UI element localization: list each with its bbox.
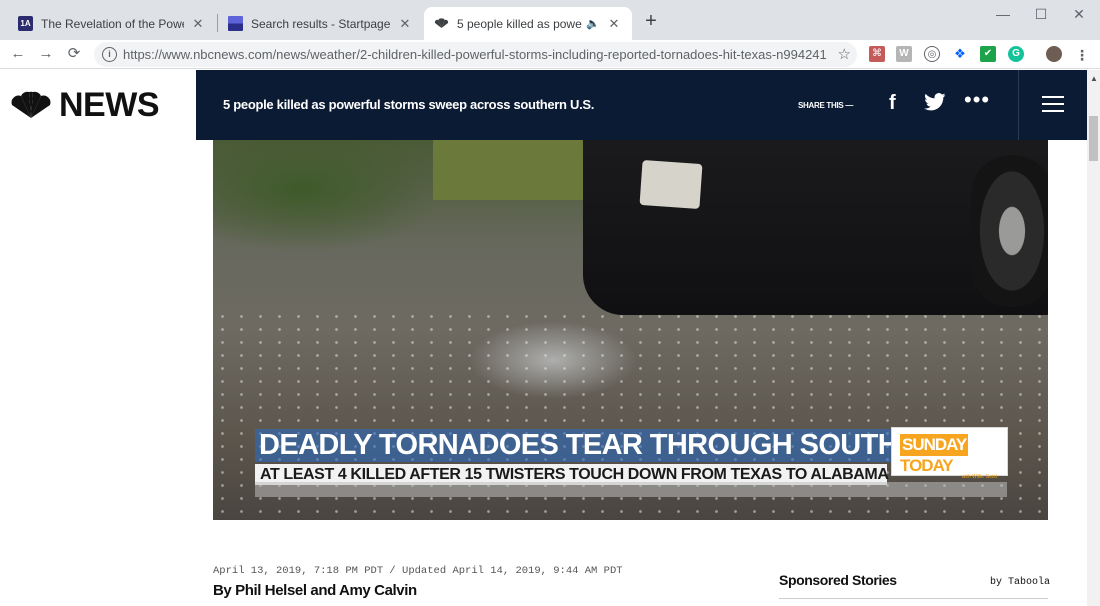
nbc-peacock-icon [434,16,449,31]
url-host: https://www.nbcnews.com [123,47,273,62]
privacy-extension-icon[interactable]: ◎ [924,46,940,62]
taboola-attribution[interactable]: by Taboola [990,577,1050,588]
pdf-extension-icon[interactable]: ⌘ [869,46,885,62]
tab-nbcnews[interactable]: 5 people killed as powerful s 🔈 ✕ [424,7,632,40]
profile-avatar[interactable] [1046,46,1062,62]
nbc-news-logo[interactable]: NEWS [0,70,196,140]
site-header: NEWS 5 people killed as powerful storms … [0,70,1087,140]
close-window-button[interactable]: ✕ [1069,6,1089,22]
new-tab-button[interactable]: + [641,11,661,31]
show-logo-word2: TODAY [900,456,954,475]
back-arrow-icon[interactable]: ← [8,44,28,64]
browser-toolbar: ← → ⟳ i https://www.nbcnews.com/news/wea… [0,40,1100,69]
tab-title: The Revelation of the Power of C [41,16,184,31]
sponsored-divider [779,598,1048,599]
minimize-button[interactable]: — [993,6,1013,22]
twitter-share-icon[interactable] [924,93,946,116]
close-tab-icon[interactable]: ✕ [397,16,413,32]
tab-favicon-icon: 1A [18,16,33,31]
bookmark-star-icon[interactable]: ☆ [838,45,851,63]
header-headline: 5 people killed as powerful storms sweep… [223,97,595,112]
dropbox-icon[interactable]: ❖ [952,46,968,62]
facebook-share-icon[interactable]: f [889,92,896,115]
more-options-icon[interactable]: ••• [964,89,990,111]
close-tab-icon[interactable]: ✕ [606,16,622,32]
hamburger-menu-icon[interactable] [1042,96,1064,112]
truck-wheel [971,155,1048,307]
video-player[interactable]: DEADLY TORNADOES TEAR THROUGH SOUTH AT L… [213,140,1048,520]
checkmark-extension-icon[interactable]: ✔ [980,46,996,62]
share-label: SHARE THIS — [798,101,854,110]
grammarly-icon[interactable]: G [1008,46,1024,62]
nbc-peacock-logo-icon [11,91,51,118]
video-grass-area [433,140,593,200]
maximize-button[interactable]: ☐ [1031,6,1051,22]
startpage-favicon-icon [228,16,243,31]
lower-third-ticker-bar [255,482,1007,497]
tab-startpage[interactable]: Search results - Startpage.com ✕ [218,7,423,40]
wordmark-extension-icon[interactable]: W [896,46,912,62]
browser-menu-icon[interactable]: ⋮ [1072,45,1092,65]
speaker-muted-icon[interactable]: 🔈 [586,17,600,30]
article-header-bar: 5 people killed as powerful storms sweep… [196,70,1087,140]
lower-third-headline: DEADLY TORNADOES TEAR THROUGH SOUTH [255,429,903,462]
scroll-up-arrow-icon[interactable]: ▲ [1090,74,1098,83]
url-text[interactable]: https://www.nbcnews.com/news/weather/2-c… [123,47,827,62]
tab-title: Search results - Startpage.com [251,16,391,31]
sunday-today-logo: SUNDAYTODAY with Willie Geist [891,427,1008,480]
article-byline[interactable]: By Phil Helsel and Amy Calvin [213,582,417,599]
site-info-icon[interactable]: i [102,47,117,62]
article-dateline: April 13, 2019, 7:18 PM PDT / Updated Ap… [213,565,623,577]
header-divider [1018,70,1019,140]
browser-tabstrip: 1A The Revelation of the Power of C ✕ Se… [0,0,1100,40]
close-tab-icon[interactable]: ✕ [190,16,206,32]
scrollbar-thumb[interactable] [1089,116,1098,161]
logo-wordmark: NEWS [59,85,160,124]
url-path: /news/weather/2-children-killed-powerful… [272,47,827,62]
sponsored-stories-heading: Sponsored Stories [779,572,897,588]
tab-title: 5 people killed as powerful s [457,16,582,31]
tab-revelation[interactable]: 1A The Revelation of the Power of C ✕ [8,7,216,40]
address-bar[interactable]: i https://www.nbcnews.com/news/weather/2… [94,42,857,67]
page-scrollbar[interactable]: ▲ [1087,70,1100,606]
forward-arrow-icon[interactable]: → [36,44,56,64]
news-lower-third: DEADLY TORNADOES TEAR THROUGH SOUTH AT L… [255,429,903,485]
reload-icon[interactable]: ⟳ [64,44,84,64]
show-logo-word1: SUNDAY [900,434,969,456]
license-plate [639,159,703,210]
